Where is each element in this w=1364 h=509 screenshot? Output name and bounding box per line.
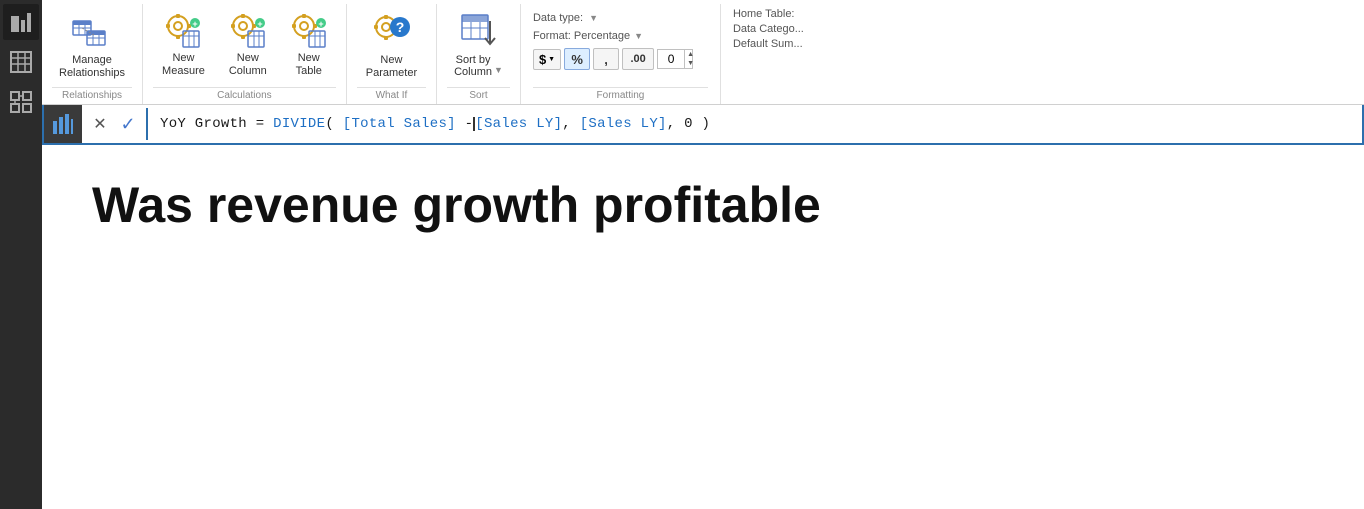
formula-text-area[interactable]: YoY Growth = DIVIDE( [Total Sales] -[Sal… — [146, 108, 1362, 140]
new-column-label: New Column — [229, 52, 267, 78]
format-label: Format: Percentage — [533, 30, 630, 42]
home-table-label: Home Table: — [733, 8, 795, 20]
new-parameter-button[interactable]: ? New Parameter — [357, 8, 426, 85]
new-table-button[interactable]: + New Table — [282, 8, 336, 83]
data-category-row: Data Catego... — [733, 23, 849, 35]
data-type-label: Data type: — [533, 12, 583, 24]
relationships-buttons: Manage Relationships — [52, 8, 132, 85]
ribbon-toolbar: Manage Relationships Relationships — [42, 0, 1364, 104]
sidebar — [0, 0, 42, 509]
formula-minus: - — [456, 116, 473, 132]
home-table-label-row: Home Table: — [733, 8, 849, 20]
formula-arg1: [Total Sales] — [343, 116, 456, 132]
svg-text:+: + — [318, 19, 323, 29]
sort-dropdown-arrow: ▼ — [494, 65, 503, 75]
ribbon-group-sort: Sort byColumn ▼ Sort — [437, 4, 521, 104]
cancel-formula-button[interactable]: ✕ — [90, 114, 110, 134]
new-parameter-icon: ? — [372, 13, 410, 51]
data-category-label: Data Catego... — [733, 23, 804, 35]
table-icon — [10, 51, 32, 73]
new-parameter-label: New Parameter — [366, 54, 417, 80]
sidebar-item-model[interactable] — [3, 84, 39, 120]
manage-relationships-icon — [72, 13, 112, 51]
sidebar-item-table[interactable] — [3, 44, 39, 80]
dollar-label: $ — [539, 52, 546, 67]
formula-paren-open: ( — [325, 116, 334, 132]
formula-comma1: , — [562, 116, 579, 132]
canvas-area: Was revenue growth profitable — [42, 145, 1364, 509]
new-measure-icon: + — [165, 13, 201, 49]
formula-arg4: 0 — [684, 116, 693, 132]
percent-button[interactable]: % — [564, 48, 590, 70]
whatif-group-label: What If — [357, 87, 426, 104]
ribbon-group-whatif: ? New Parameter What If — [347, 4, 437, 104]
whatif-buttons: ? New Parameter — [357, 8, 426, 85]
decimal-down-arrow[interactable]: ▼ — [685, 59, 696, 68]
calculations-buttons: + New Measure — [153, 8, 336, 85]
model-icon — [10, 91, 32, 113]
ribbon-group-home-table: Home Table: Data Catego... Default Sum..… — [721, 4, 861, 104]
formula-func-part: DIVIDE — [273, 116, 325, 132]
format-dropdown-arrow[interactable]: ▼ — [634, 31, 643, 41]
default-sum-label: Default Sum... — [733, 38, 803, 50]
new-column-button[interactable]: + New Column — [220, 8, 276, 83]
new-table-label: New Table — [296, 52, 322, 78]
sort-by-column-label: Sort byColumn — [454, 54, 492, 78]
manage-relationships-button[interactable]: Manage Relationships — [52, 8, 132, 85]
sort-by-column-icon — [460, 13, 498, 51]
formula-space1 — [334, 116, 343, 132]
ribbon-group-relationships: Manage Relationships Relationships — [42, 4, 143, 104]
main-content: Manage Relationships Relationships — [42, 0, 1364, 509]
formula-actions: ✕ ✓ — [82, 114, 146, 134]
formula-arg3: [Sales LY] — [580, 116, 667, 132]
data-type-row: Data type: ▼ — [533, 8, 708, 26]
formatting-group-label: Formatting — [533, 87, 708, 104]
ribbon-group-calculations: + New Measure — [143, 4, 347, 104]
formula-arg2: [Sales LY] — [475, 116, 562, 132]
formula-name-part: YoY Growth = — [160, 116, 273, 132]
manage-relationships-label: Manage Relationships — [59, 54, 125, 80]
data-type-dropdown-arrow: ▼ — [589, 13, 598, 23]
new-table-icon: + — [291, 13, 327, 49]
svg-text:?: ? — [396, 19, 405, 35]
bar-chart-icon — [52, 113, 74, 135]
format-buttons-row: $ ▼ % , .00 — [533, 46, 708, 70]
dollar-button[interactable]: $ ▼ — [533, 49, 561, 70]
relationships-group-label: Relationships — [52, 87, 132, 104]
ribbon: Manage Relationships Relationships — [42, 0, 1364, 105]
canvas-title: Was revenue growth profitable — [92, 175, 821, 235]
format-row: Format: Percentage ▼ — [533, 30, 708, 42]
percent-label: % — [571, 52, 583, 67]
new-column-icon: + — [230, 13, 266, 49]
decimal-input[interactable] — [658, 50, 684, 68]
ribbon-group-formatting: Data type: ▼ Format: Percentage ▼ $ ▼ — [521, 4, 721, 104]
calculations-group-label: Calculations — [153, 87, 336, 104]
sort-buttons: Sort byColumn ▼ — [447, 8, 510, 85]
decimal-spinner: ▲ ▼ — [684, 50, 696, 68]
formula-paren-close: ) — [693, 116, 710, 132]
sidebar-item-report[interactable] — [3, 4, 39, 40]
comma-button[interactable]: , — [593, 48, 619, 70]
comma-label: , — [604, 52, 608, 67]
decimal-up-arrow[interactable]: ▲ — [685, 50, 696, 59]
decimal-input-box: ▲ ▼ — [657, 49, 693, 69]
dollar-dropdown-arrow: ▼ — [548, 56, 555, 63]
confirm-formula-button[interactable]: ✓ — [118, 114, 138, 134]
formula-bar-icon — [44, 105, 82, 143]
report-icon — [10, 11, 32, 33]
formula-bar: ✕ ✓ YoY Growth = DIVIDE( [Total Sales] -… — [42, 105, 1364, 145]
sort-group-label: Sort — [447, 87, 510, 104]
home-table-content: Home Table: Data Catego... Default Sum..… — [733, 8, 849, 104]
new-measure-label: New Measure — [162, 52, 205, 78]
sort-by-column-button[interactable]: Sort byColumn ▼ — [447, 8, 510, 83]
default-sum-row: Default Sum... — [733, 38, 849, 50]
decimal-button[interactable]: .00 — [622, 48, 654, 70]
svg-text:+: + — [257, 19, 262, 29]
svg-text:+: + — [193, 19, 198, 29]
decimal-label: .00 — [630, 53, 645, 65]
formula-comma2: , — [667, 116, 684, 132]
new-measure-button[interactable]: + New Measure — [153, 8, 214, 83]
